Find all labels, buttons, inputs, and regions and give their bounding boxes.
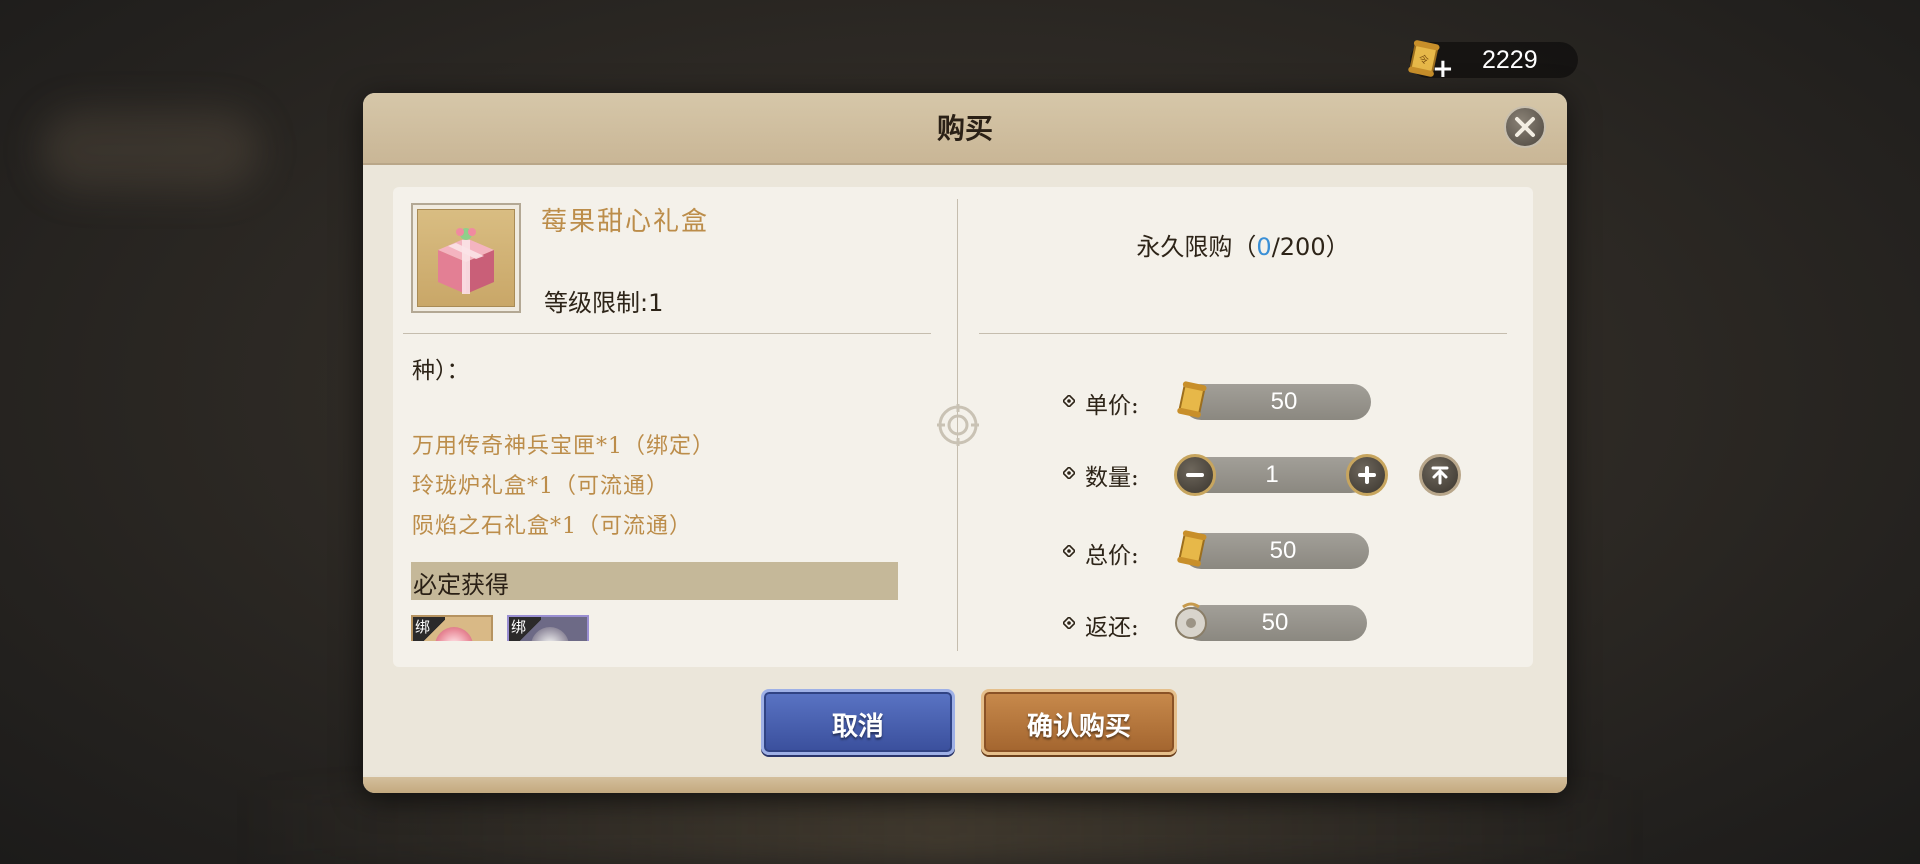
currency-display[interactable]: 令 + 2229 bbox=[1408, 40, 1578, 82]
cancel-button[interactable]: 取消 bbox=[761, 689, 955, 755]
guaranteed-rewards: 绑 绑 bbox=[411, 615, 631, 641]
plus-icon bbox=[1358, 466, 1376, 484]
currency-amount: 2229 bbox=[1482, 46, 1538, 74]
diamond-bullet-icon bbox=[1063, 617, 1075, 629]
diamond-bullet-icon bbox=[1063, 467, 1075, 479]
refund-label: 返还: bbox=[1085, 615, 1139, 641]
add-currency-icon[interactable]: + bbox=[1432, 56, 1454, 82]
bound-tag: 绑 bbox=[413, 617, 445, 641]
purchase-dialog: 购买 莓果甜心礼盒 等级限制:1 种）： 万用传奇神兵宝匣*1（绑定） 玲珑炉礼… bbox=[363, 93, 1567, 793]
ornament-icon bbox=[937, 404, 979, 446]
diamond-bullet-icon bbox=[1063, 545, 1075, 557]
item-name: 莓果甜心礼盒 bbox=[541, 207, 710, 237]
quantity-value[interactable]: 1 bbox=[1265, 461, 1278, 488]
max-arrow-icon bbox=[1431, 466, 1449, 485]
unit-price-label: 单价: bbox=[1085, 393, 1139, 419]
guaranteed-label: 必定获得 bbox=[413, 571, 509, 599]
background-blur bbox=[240, 790, 1640, 864]
close-button[interactable] bbox=[1504, 106, 1546, 148]
dialog-header: 购买 bbox=[363, 93, 1567, 165]
cancel-label: 取消 bbox=[831, 712, 884, 742]
limit-prefix: 永久限购 bbox=[1136, 233, 1233, 261]
decrease-quantity-button[interactable] bbox=[1174, 454, 1216, 496]
diamond-bullet-icon bbox=[1063, 395, 1075, 407]
quantity-label: 数量: bbox=[1085, 465, 1139, 491]
limit-current: 0 bbox=[1256, 233, 1272, 261]
reward-item[interactable]: 绑 bbox=[507, 615, 589, 641]
list-item: 玲珑炉礼盒*1（可流通） bbox=[412, 474, 669, 499]
confirm-label: 确认购买 bbox=[1026, 712, 1131, 742]
refund-field: 50 bbox=[1183, 605, 1367, 641]
divider-line bbox=[979, 333, 1507, 334]
scroll-coin-icon bbox=[1177, 381, 1207, 418]
limit-close: ） bbox=[1325, 233, 1350, 261]
limit-open: （ bbox=[1232, 233, 1257, 261]
total-price-value: 50 bbox=[1269, 537, 1297, 564]
item-icon-frame[interactable] bbox=[411, 203, 521, 313]
contents-list: 万用传奇神兵宝匣*1（绑定） 玲珑炉礼盒*1（可流通） 陨焰之石礼盒*1（可流通… bbox=[412, 427, 872, 547]
reward-item[interactable]: 绑 bbox=[411, 615, 493, 641]
gift-box-icon bbox=[438, 228, 494, 294]
max-quantity-button[interactable] bbox=[1419, 454, 1461, 496]
scroll-coin-icon bbox=[1177, 530, 1207, 567]
dialog-title: 购买 bbox=[936, 112, 993, 145]
close-icon bbox=[1515, 117, 1535, 137]
dialog-footer-strip bbox=[363, 777, 1567, 793]
jade-coin-icon bbox=[1175, 602, 1207, 639]
limit-separator: / bbox=[1271, 233, 1280, 261]
total-price-field: 50 bbox=[1183, 533, 1369, 569]
guaranteed-header: 必定获得 bbox=[411, 562, 898, 600]
unit-price-value: 50 bbox=[1270, 388, 1298, 415]
list-item: 万用传奇神兵宝匣*1（绑定） bbox=[412, 434, 715, 459]
limit-max: 200 bbox=[1279, 233, 1326, 261]
contents-description: 种）： bbox=[412, 358, 470, 384]
purchase-limit: 永久限购（0/200） bbox=[979, 227, 1507, 262]
total-price-label: 总价: bbox=[1085, 543, 1139, 569]
increase-quantity-button[interactable] bbox=[1346, 454, 1388, 496]
background-blur bbox=[40, 110, 260, 190]
refund-value: 50 bbox=[1261, 609, 1289, 636]
list-item: 陨焰之石礼盒*1（可流通） bbox=[412, 514, 692, 539]
divider-line bbox=[403, 333, 931, 334]
minus-icon bbox=[1186, 473, 1204, 477]
confirm-purchase-button[interactable]: 确认购买 bbox=[981, 689, 1177, 755]
bound-tag: 绑 bbox=[509, 617, 541, 641]
level-limit: 等级限制:1 bbox=[544, 289, 664, 317]
unit-price-field: 50 bbox=[1183, 384, 1371, 420]
